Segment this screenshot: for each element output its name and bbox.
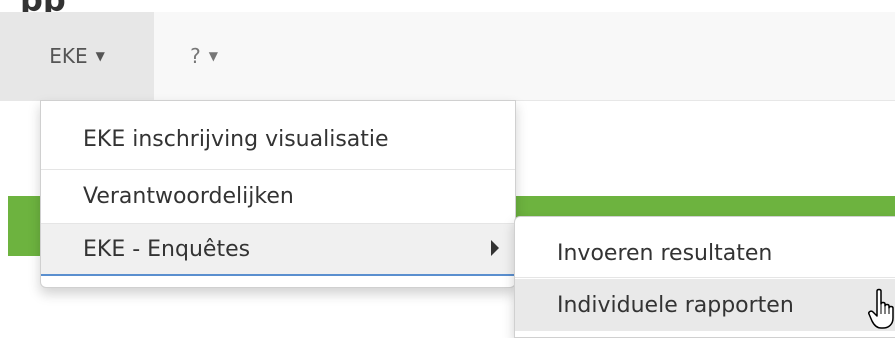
- enquetes-submenu: Invoeren resultaten Individuele rapporte…: [514, 216, 895, 338]
- nav-menu-help[interactable]: ? ▼: [154, 12, 254, 100]
- hand-pointer-cursor-icon: [868, 288, 894, 329]
- nav-menu-help-label: ?: [190, 44, 201, 68]
- caret-down-icon: ▼: [208, 49, 218, 63]
- menu-divider: [515, 277, 895, 278]
- submenu-item-individuele-rapporten[interactable]: Individuele rapporten: [515, 279, 895, 331]
- eke-dropdown-menu: EKE inschrijving visualisatie Verantwoor…: [40, 100, 516, 288]
- menu-item-eke-enquetes[interactable]: EKE - Enquêtes: [41, 224, 515, 276]
- nav-menu-eke[interactable]: EKE ▼: [0, 12, 154, 100]
- menu-item-label: Verantwoordelijken: [83, 183, 294, 209]
- submenu-item-label: Invoeren resultaten: [557, 240, 773, 266]
- submenu-item-invoeren-resultaten[interactable]: Invoeren resultaten: [515, 227, 895, 279]
- navbar: EKE ▼ ? ▼: [0, 12, 895, 101]
- caret-right-icon: [491, 240, 499, 256]
- menu-item-label: EKE - Enquêtes: [83, 236, 251, 262]
- submenu-item-label: Individuele rapporten: [557, 292, 794, 318]
- menu-item-verantwoordelijken[interactable]: Verantwoordelijken: [41, 170, 515, 222]
- menu-item-eke-inschrijving-visualisatie[interactable]: EKE inschrijving visualisatie: [41, 113, 515, 165]
- nav-menu-eke-label: EKE: [49, 44, 88, 68]
- menu-item-label: EKE inschrijving visualisatie: [83, 126, 389, 152]
- caret-down-icon: ▼: [95, 49, 105, 63]
